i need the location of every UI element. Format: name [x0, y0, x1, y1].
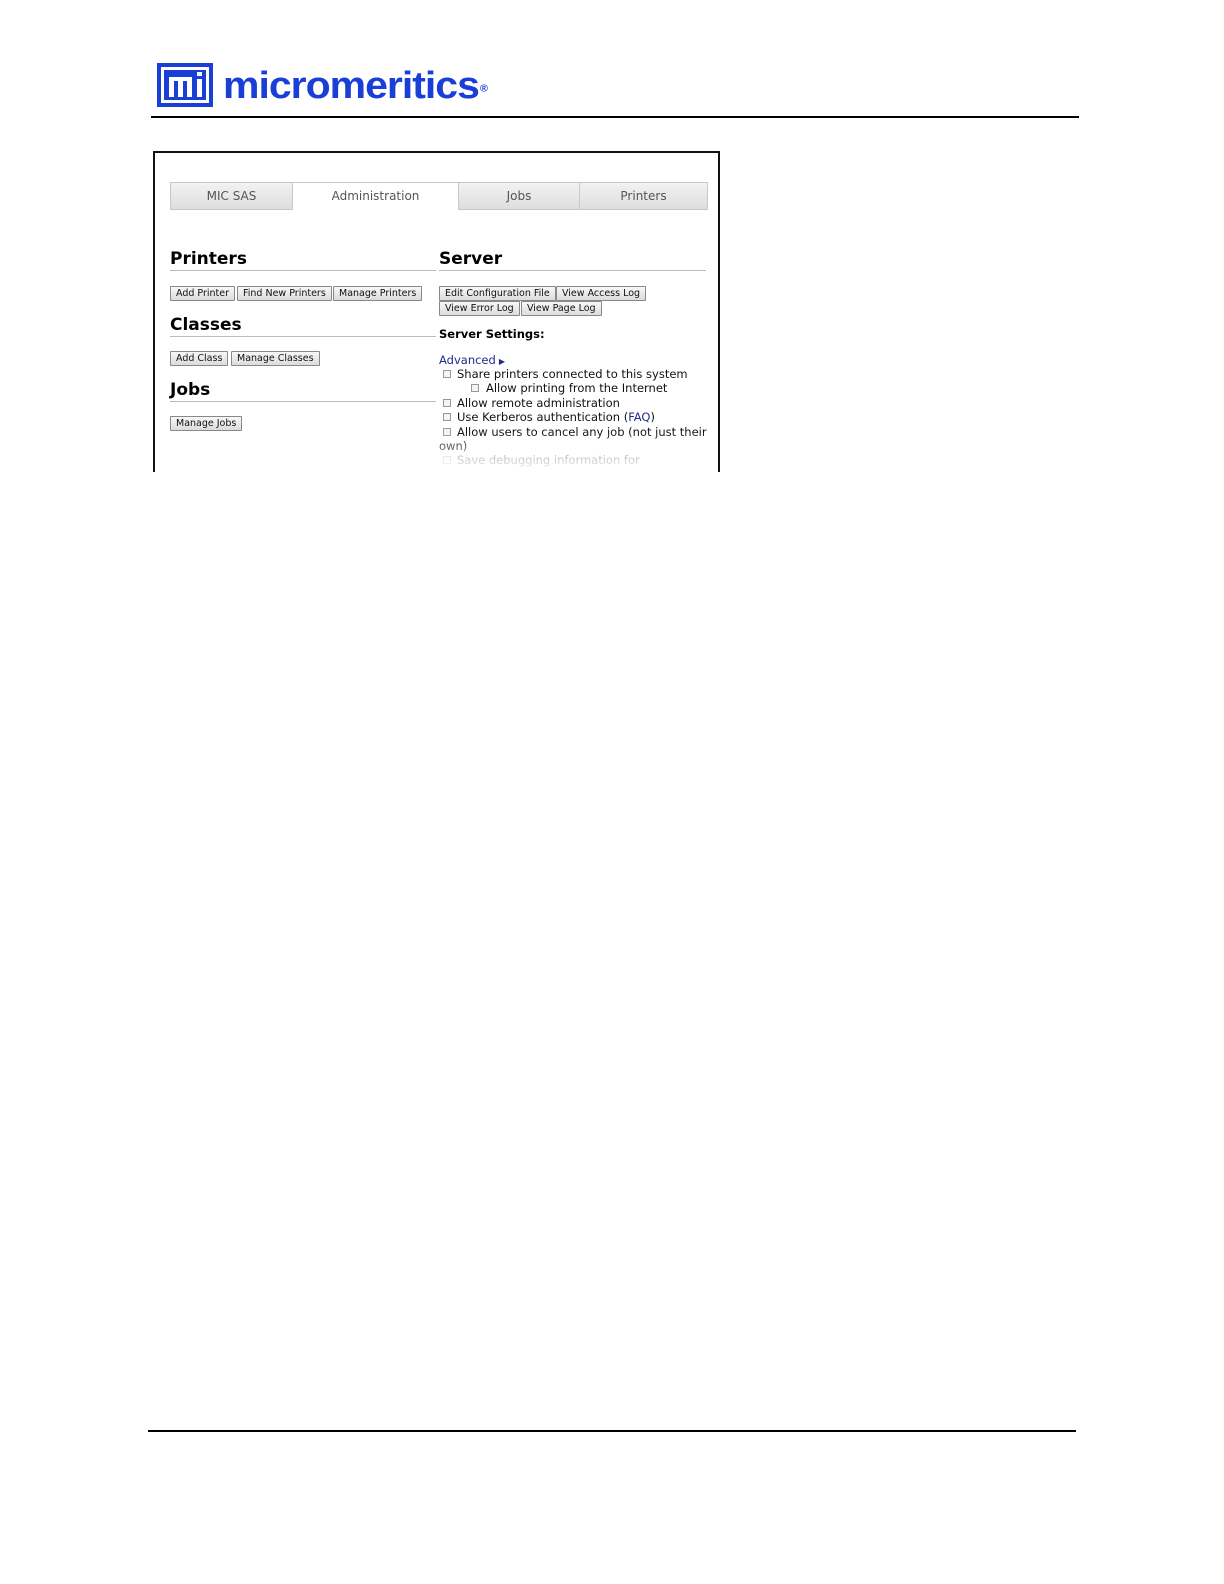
cancel-any-job-label-cont: own) [439, 439, 468, 453]
printers-divider [170, 270, 436, 271]
cups-admin-screenshot: MIC SAS Administration Jobs Printers Pri… [153, 151, 720, 472]
brand-name: micromeritics® [223, 63, 488, 107]
manage-jobs-button[interactable]: Manage Jobs [170, 416, 243, 431]
tab-mic-sas[interactable]: MIC SAS [171, 183, 293, 209]
classes-divider [170, 336, 436, 337]
debug-info-label: Save debugging information for [457, 453, 640, 467]
advanced-label: Advanced [439, 353, 496, 367]
mi-logo-icon [157, 63, 213, 107]
add-class-button[interactable]: Add Class [170, 351, 229, 366]
allow-internet-checkbox[interactable] [471, 384, 479, 392]
tab-printers[interactable]: Printers [580, 183, 707, 209]
header-rule [151, 116, 1079, 118]
edit-configuration-file-button[interactable]: Edit Configuration File [439, 286, 556, 301]
view-error-log-button[interactable]: View Error Log [439, 301, 520, 316]
server-settings-label: Server Settings: [439, 327, 545, 341]
jobs-heading: Jobs [170, 380, 211, 400]
triangle-right-icon: ▶ [498, 357, 505, 366]
printers-heading: Printers [170, 249, 247, 269]
kerberos-label: Use Kerberos authentication (FAQ) [457, 410, 655, 424]
tab-jobs[interactable]: Jobs [459, 183, 580, 209]
cancel-any-job-label: Allow users to cancel any job (not just … [457, 425, 707, 439]
debug-info-checkbox[interactable] [443, 456, 451, 464]
share-printers-label: Share printers connected to this system [457, 367, 688, 381]
server-heading: Server [439, 249, 503, 269]
allow-internet-label: Allow printing from the Internet [486, 381, 668, 395]
micromeritics-logo: micromeritics® [157, 62, 488, 108]
kerberos-checkbox[interactable] [443, 413, 451, 421]
view-access-log-button[interactable]: View Access Log [556, 286, 647, 301]
remote-admin-checkbox[interactable] [443, 399, 451, 407]
advanced-toggle[interactable]: Advanced ▶ [439, 353, 505, 367]
server-divider [439, 270, 706, 271]
tab-administration[interactable]: Administration [293, 183, 459, 210]
remote-admin-label: Allow remote administration [457, 396, 620, 410]
classes-heading: Classes [170, 315, 242, 335]
jobs-divider [170, 401, 436, 402]
faq-link[interactable]: FAQ [628, 410, 650, 424]
share-printers-checkbox[interactable] [443, 370, 451, 378]
cancel-any-job-checkbox[interactable] [443, 428, 451, 436]
footer-rule [148, 1430, 1076, 1432]
add-printer-button[interactable]: Add Printer [170, 286, 236, 301]
find-new-printers-button[interactable]: Find New Printers [237, 286, 332, 301]
manage-classes-button[interactable]: Manage Classes [231, 351, 320, 366]
manage-printers-button[interactable]: Manage Printers [333, 286, 423, 301]
tab-bar: MIC SAS Administration Jobs Printers [170, 182, 708, 210]
view-page-log-button[interactable]: View Page Log [521, 301, 602, 316]
